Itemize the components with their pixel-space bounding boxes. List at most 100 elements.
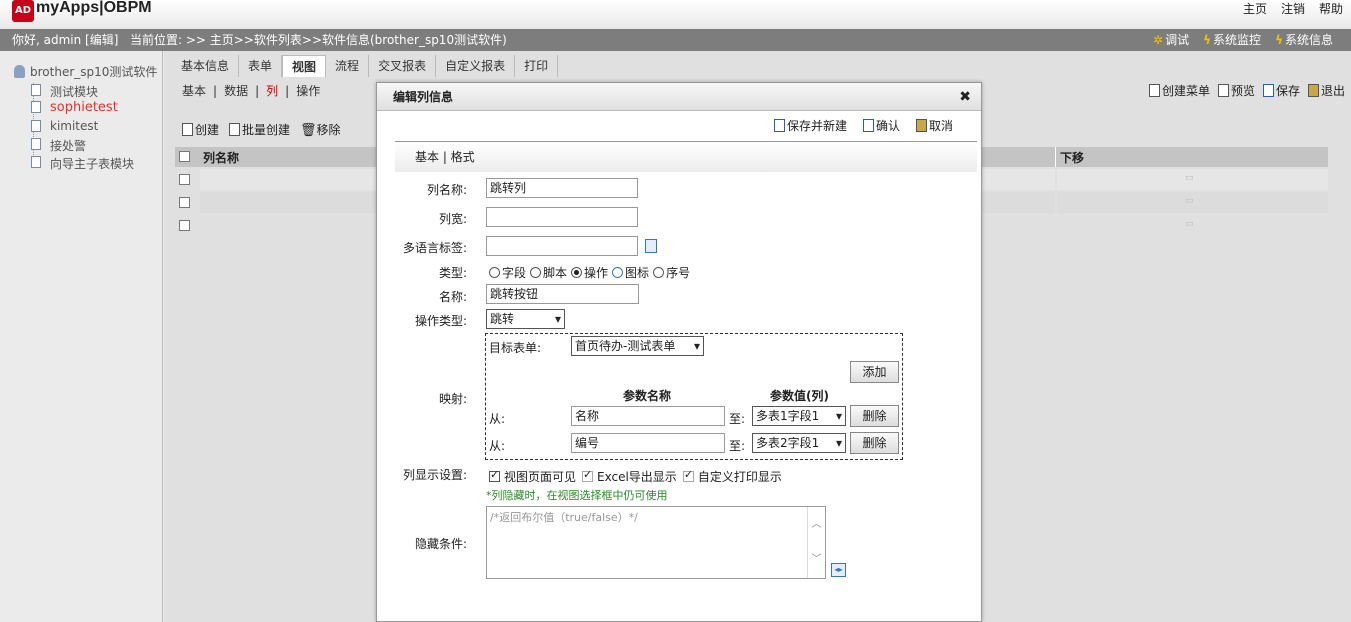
type-radio-group: 字段 脚本 操作 图标 序号 [489,264,690,281]
tab-form[interactable]: 表单 [239,55,283,77]
select-all-checkbox[interactable] [179,151,190,162]
exit-button[interactable]: 退出 [1307,82,1345,99]
tree-item-module-2[interactable]: kimitest [31,119,98,133]
sysinfo-link[interactable]: ϟ 系统信息 [1275,29,1333,51]
display-note: *列隐藏时，在视图选择框中仍可使用 [486,489,668,502]
column-name-input[interactable]: 跳转列 [486,178,638,198]
subtab-columns[interactable]: 列 [266,84,278,98]
add-mapping-button[interactable]: 添加 [850,361,899,383]
tab-flow[interactable]: 流程 [326,55,370,77]
textarea-scrollbar[interactable]: ︿ ﹀ [807,507,825,578]
remove-button[interactable]: 🗑移除 [300,121,341,138]
param-name-input[interactable]: 编号 [571,433,725,453]
type-serial-label: 序号 [666,266,691,280]
from-label: 从: [489,439,506,453]
action-type-select[interactable]: 跳转 [486,309,565,329]
delete-mapping-button[interactable]: 删除 [850,432,899,454]
new-document-icon [1148,84,1160,97]
tree-root[interactable]: brother_sp10测试软件 [14,63,157,80]
target-form-select[interactable]: 首页待办-测试表单 [571,336,704,356]
script-editor-icon[interactable]: ◂▸ [831,563,846,577]
tab-print[interactable]: 打印 [515,55,559,77]
param-value-header: 参数值(列) [770,389,829,403]
subtab-basic[interactable]: 基本 [182,84,206,98]
database-icon [14,65,25,78]
user-greeting[interactable]: 你好, admin [编辑] [12,29,118,51]
subtab-actions[interactable]: 操作 [296,84,320,98]
tab-custom-report[interactable]: 自定义报表 [436,55,516,77]
move-down-icon[interactable]: ▭ [1185,196,1194,206]
tree-item-module-1[interactable]: sophietest [31,100,118,115]
create-menu-button[interactable]: 创建菜单 [1148,82,1210,99]
radio-icon [489,267,500,278]
preview-button[interactable]: 预览 [1217,82,1255,99]
logout-link[interactable]: 注销 [1281,0,1305,17]
from-label: 从: [489,412,506,426]
create-button[interactable]: 创建 [182,121,219,138]
move-down-icon[interactable]: ▭ [1185,173,1194,183]
tree-item-label: 向导主子表模块 [50,157,135,171]
tree-item-module-3[interactable]: 接处警 [31,137,86,154]
debug-link[interactable]: ✲ 调试 [1153,29,1189,51]
hidden-condition-textarea[interactable]: /*返回布尔值（true/false）*/ [486,506,826,579]
excel-export-checkbox[interactable]: Excel导出显示 [582,468,677,485]
move-down-icon[interactable]: ▭ [1185,219,1194,229]
param-value-select[interactable]: 多表1字段1 [752,406,846,426]
type-icon-radio[interactable]: 图标 [612,264,649,281]
tree-item-module-0[interactable]: 测试模块 [31,83,99,100]
top-links: 主页 注销 帮助 [1243,0,1343,17]
cancel-button[interactable]: 取消 [915,117,953,134]
edit-column-dialog: 编辑列信息 ✖ 保存并新建 确认 取消 基本 | 格式 列名称: 跳转列 列宽:… [376,82,982,622]
close-icon[interactable]: ✖ [959,89,971,105]
column-width-input[interactable] [486,207,638,227]
gear-icon: ✲ [1153,33,1164,47]
delete-mapping-button[interactable]: 删除 [850,405,899,427]
remove-label: 移除 [316,123,341,137]
tab-view[interactable]: 视图 [282,55,327,77]
edit-i18n-icon[interactable] [645,239,657,253]
preview-label: 预览 [1230,84,1255,98]
custom-print-checkbox[interactable]: 自定义打印显示 [682,468,782,485]
confirm-button[interactable]: 确认 [862,117,900,134]
to-label: 至: [729,412,746,426]
tree-item-label: 测试模块 [50,85,99,99]
dialog-subnav[interactable]: 基本 | 格式 [395,141,977,172]
batch-create-button[interactable]: 批量创建 [229,121,290,138]
save-and-new-button[interactable]: 保存并新建 [773,117,847,134]
param-name-input[interactable]: 名称 [571,406,725,426]
row-checkbox[interactable] [179,174,190,185]
document-icon [31,101,41,113]
info-bar: 你好, admin [编辑] 当前位置: >> 主页>>软件列表>>软件信息(b… [0,29,1351,51]
type-field-radio[interactable]: 字段 [489,264,526,281]
exit-door-icon [1307,84,1319,97]
save-label: 保存 [1275,84,1300,98]
monitor-link[interactable]: ϟ 系统监控 [1203,29,1261,51]
type-action-radio[interactable]: 操作 [571,264,608,281]
i18n-input[interactable] [486,236,638,256]
row-checkbox[interactable] [179,220,190,231]
subtab-data[interactable]: 数据 [224,84,248,98]
view-visible-label: 视图页面可见 [504,470,577,484]
save-button[interactable]: 保存 [1262,82,1300,99]
home-link[interactable]: 主页 [1243,0,1267,17]
action-name-label: 名称: [438,290,467,304]
type-script-radio[interactable]: 脚本 [530,264,567,281]
param-value-select[interactable]: 多表2字段1 [752,433,846,453]
tree-root-label: brother_sp10测试软件 [30,65,158,79]
tab-basic-info[interactable]: 基本信息 [172,55,240,77]
tree-item-module-4[interactable]: 向导主子表模块 [31,155,135,172]
logo-icon: AD [12,0,34,22]
action-name-input[interactable]: 跳转按钮 [486,284,639,304]
sidebar-tree: brother_sp10测试软件 测试模块 sophietest kimites… [0,51,163,622]
floppy-icon [773,119,785,132]
tab-cross-report[interactable]: 交叉报表 [369,55,437,77]
view-visible-checkbox[interactable]: 视图页面可见 [489,468,576,485]
help-link[interactable]: 帮助 [1319,0,1343,17]
row-checkbox[interactable] [179,197,190,208]
move-down-header: 下移 [1060,151,1085,165]
checkbox-checked-icon [682,468,694,482]
type-serial-radio[interactable]: 序号 [653,264,690,281]
mapping-box: 目标表单: 首页待办-测试表单 添加 参数名称 参数值(列) 从: 名称 至: … [485,333,903,460]
type-icon-label: 图标 [625,266,650,280]
floppy-icon [1262,84,1274,97]
